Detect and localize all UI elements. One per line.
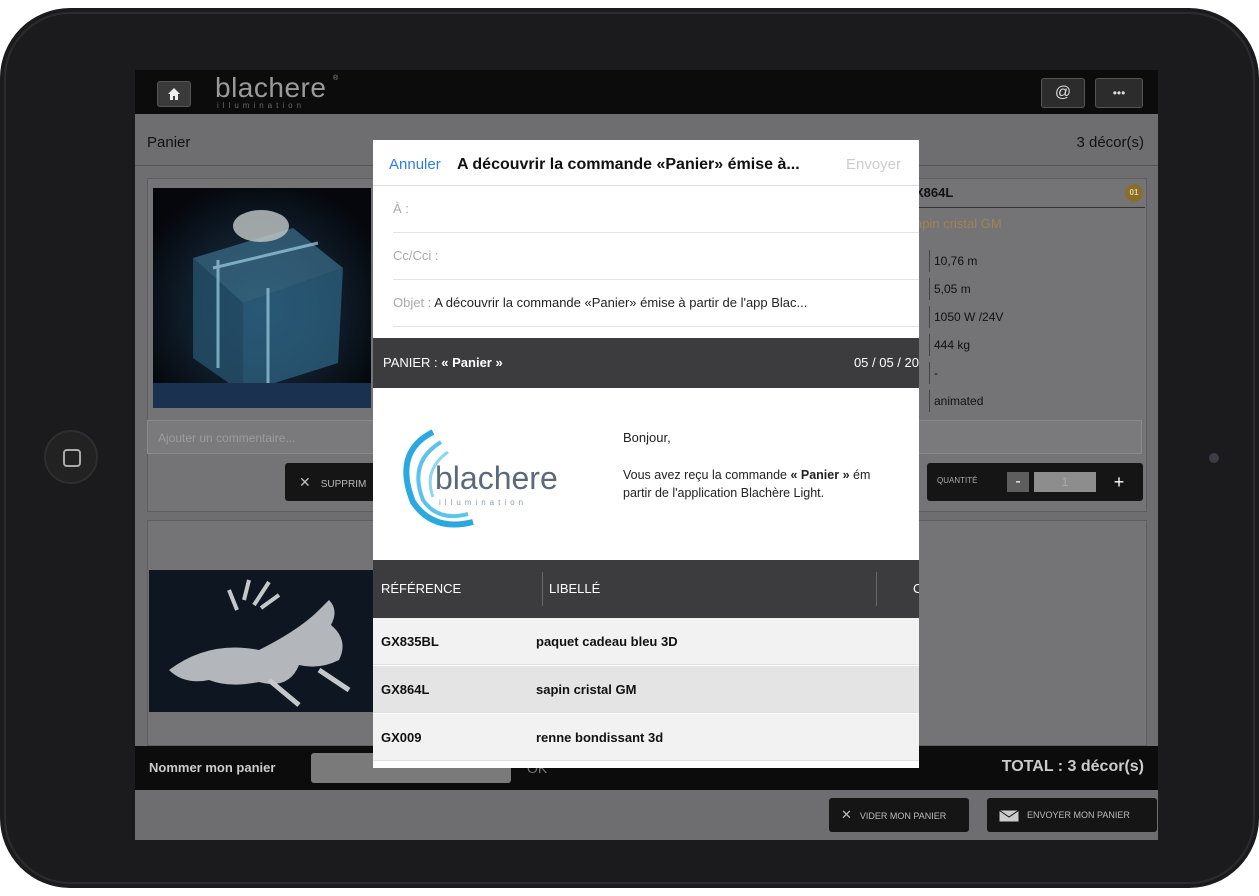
send-button[interactable]: Envoyer (846, 156, 901, 173)
subject-value: A découvrir la commande «Panier» émise à… (434, 295, 808, 310)
logo: blachere (215, 72, 327, 103)
home-icon (168, 88, 180, 100)
page-title: Panier (147, 134, 191, 151)
cart-band-prefix: PANIER : (383, 355, 442, 370)
quantity-minus-button[interactable]: - (1007, 472, 1029, 492)
tablet-camera (1209, 453, 1219, 463)
row-ref: GX009 (381, 730, 422, 745)
row-label: renne bondissant 3d (536, 730, 664, 745)
quantity-stepper: QUANTITÉ - 1 + (927, 463, 1143, 501)
clear-cart-label: VIDER MON PANIER (859, 811, 947, 821)
product-reference: X864L 01 (915, 178, 1145, 208)
action-bar: ✕ VIDER MON PANIER ENVOYER MON PANIER (135, 790, 1158, 840)
cart-name-label: Nommer mon panier (149, 760, 276, 775)
email-body-line1c: ém (849, 468, 871, 482)
product-badge: 01 (1125, 184, 1143, 202)
envelope-icon (999, 809, 1019, 822)
col-cut: C (913, 581, 919, 596)
quantity-label: QUANTITÉ (937, 476, 978, 485)
email-body-line1a: Vous avez reçu la commande (623, 468, 791, 482)
row-label: paquet cadeau bleu 3D (536, 634, 678, 649)
send-cart-button[interactable]: ENVOYER MON PANIER (987, 798, 1157, 832)
product-image-gift (153, 188, 371, 408)
top-bar: blachere ® illumination @ ••• (135, 70, 1158, 114)
at-icon: @ (1054, 84, 1072, 101)
row-ref: GX864L (381, 682, 430, 697)
tablet-home-button[interactable] (44, 430, 98, 484)
row-ref: GX835BL (381, 634, 439, 649)
email-body-cart: « Panier » (790, 468, 850, 482)
spec-height: 10,76 m (929, 250, 977, 272)
more-icon: ••• (1112, 86, 1126, 100)
email-compose-modal: Annuler A découvrir la commande «Panier»… (373, 140, 919, 768)
spec-weight: 444 kg (929, 334, 970, 356)
more-button[interactable]: ••• (1095, 78, 1143, 108)
delete-label: SUPPRIM (320, 479, 367, 490)
reindeer-image (149, 570, 373, 712)
email-greeting: Bonjour, (623, 430, 671, 445)
product-image-reindeer (149, 570, 373, 712)
cart-band-name: « Panier » (441, 355, 503, 370)
spec-animation: animated (929, 390, 983, 412)
modal-logo-text: blachere (435, 460, 558, 496)
email-button[interactable]: @ (1041, 78, 1085, 108)
cc-field[interactable]: Cc/Cci : (393, 233, 919, 280)
logo-registered: ® (333, 75, 339, 82)
spec-misc: - (929, 362, 938, 384)
product-reference-text: X864L (915, 185, 954, 200)
clear-cart-button[interactable]: ✕ VIDER MON PANIER (829, 798, 969, 832)
cc-label: Cc/Cci : (393, 248, 439, 263)
spec-power: 1050 W /24V (929, 306, 1003, 328)
cart-band-date: 05 / 05 / 20 (853, 355, 919, 370)
table-row: GX864L sapin cristal GM (373, 666, 919, 713)
cancel-button[interactable]: Annuler (389, 156, 441, 173)
col-label: LIBELLÉ (549, 581, 601, 596)
logo-subtitle: illumination (217, 101, 306, 110)
home-button[interactable] (157, 81, 191, 107)
send-cart-label: ENVOYER MON PANIER (1027, 810, 1130, 820)
modal-title: A découvrir la commande «Panier» émise à… (457, 156, 800, 173)
row-label: sapin cristal GM (536, 682, 637, 697)
table-row: GX009 renne bondissant 3d (373, 714, 919, 761)
blachere-logo: blachere illumination (393, 422, 573, 532)
item-count: 3 décor(s) (1076, 134, 1144, 151)
cart-band-title: PANIER : « Panier » (383, 355, 503, 370)
close-icon: ✕ (299, 474, 311, 490)
cart-band: PANIER : « Panier » 05 / 05 / 20 (373, 338, 919, 388)
app-screen: blachere ® illumination @ ••• Panier 3 d… (135, 70, 1158, 840)
cart-total: TOTAL : 3 décor(s) (1001, 758, 1144, 775)
to-label: À : (393, 201, 409, 216)
to-field[interactable]: À : (393, 186, 919, 233)
delete-button[interactable]: ✕ SUPPRIM (285, 463, 385, 501)
email-body: Vous avez reçu la commande « Panier » ém… (623, 466, 919, 502)
subject-field[interactable]: Objet : A découvrir la commande «Panier»… (393, 280, 919, 327)
quantity-plus-button[interactable]: + (1107, 472, 1131, 492)
column-divider (542, 572, 543, 606)
table-header: RÉFÉRENCE LIBELLÉ C (373, 560, 919, 618)
modal-logo-sub: illumination (439, 498, 528, 507)
modal-header: Annuler A découvrir la commande «Panier»… (373, 140, 919, 186)
gift-box-image (153, 188, 371, 408)
column-divider (876, 572, 877, 606)
col-reference: RÉFÉRENCE (381, 581, 462, 596)
quantity-input[interactable]: 1 (1034, 472, 1096, 492)
product-name: apin cristal GM (915, 216, 1002, 231)
close-icon: ✕ (841, 807, 852, 822)
subject-label: Objet : (393, 295, 432, 310)
email-body-line2: partir de l'application Blachère Light. (623, 486, 825, 500)
table-row: GX835BL paquet cadeau bleu 3D (373, 618, 919, 665)
spec-width: 5,05 m (929, 278, 971, 300)
